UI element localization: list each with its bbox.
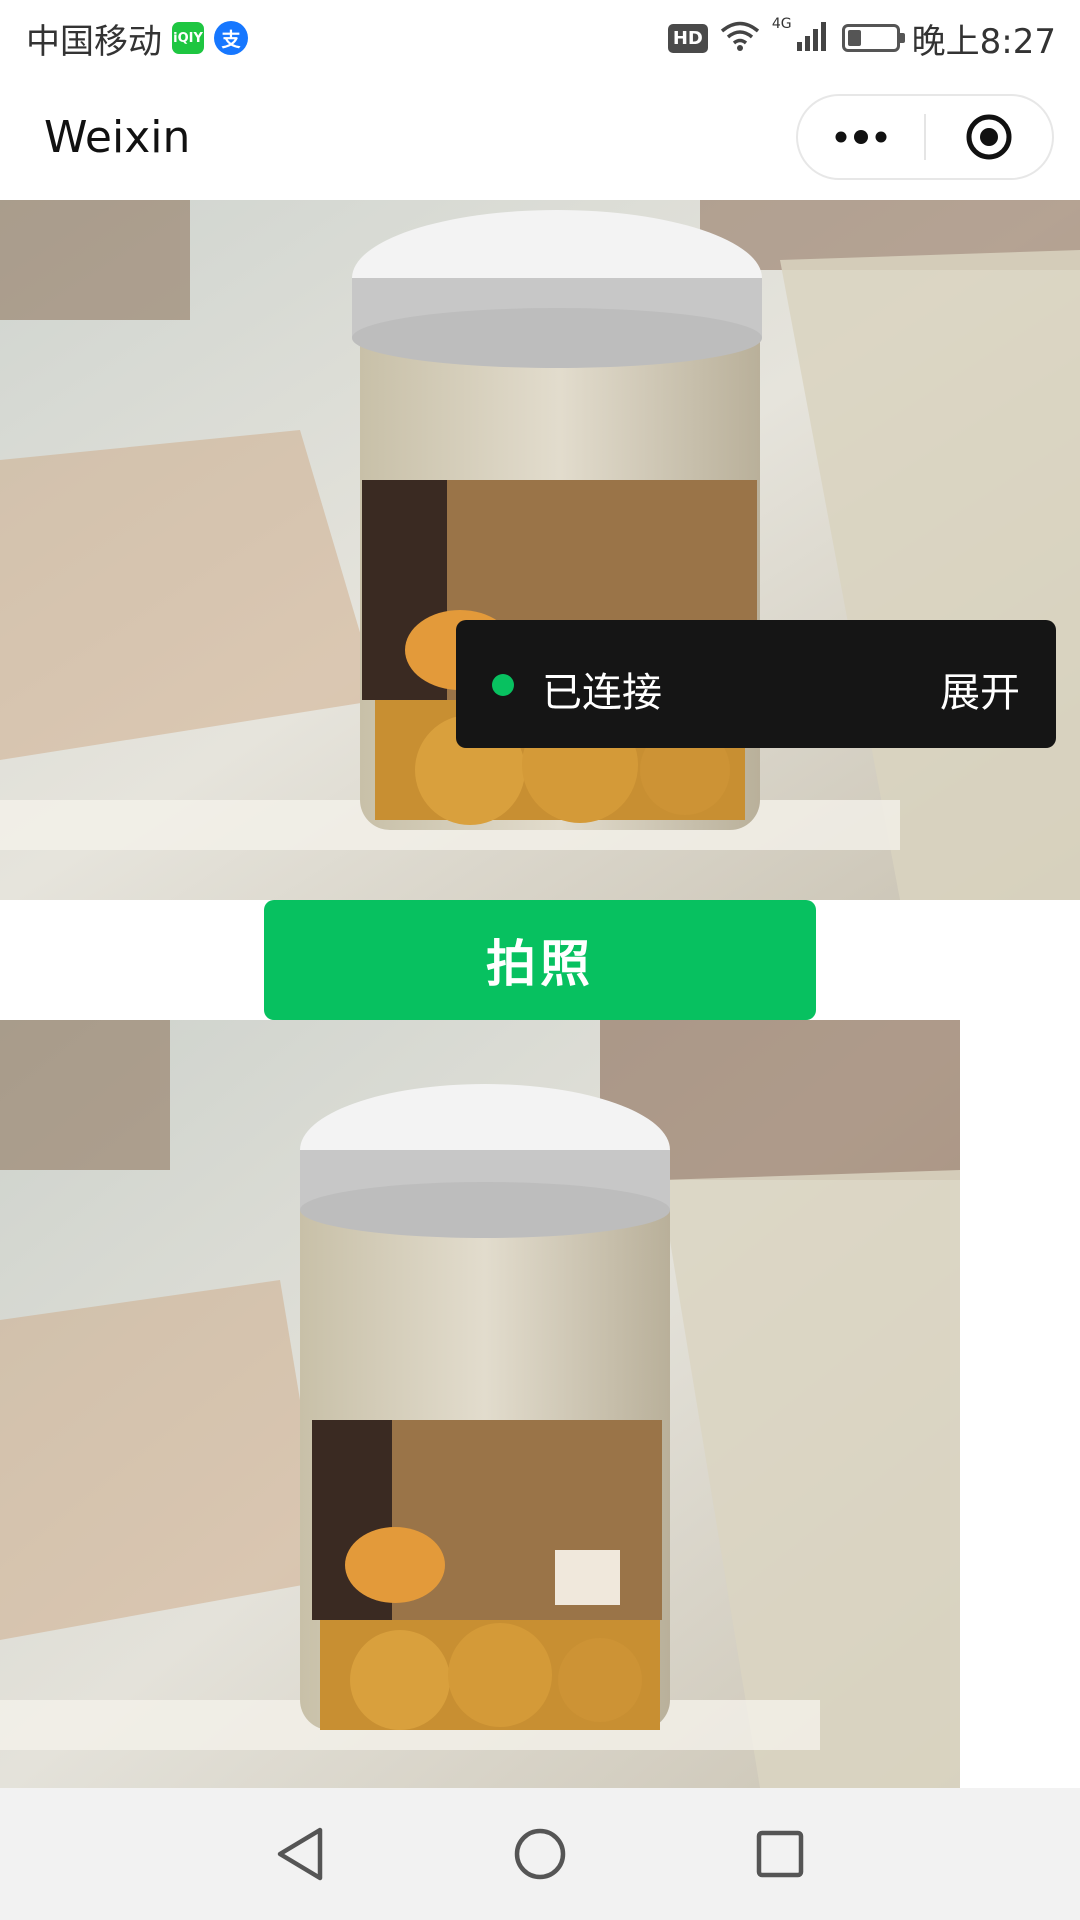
expand-link[interactable]: 展开 bbox=[940, 660, 1020, 718]
battery-level bbox=[847, 30, 862, 46]
hd-badge: HD bbox=[667, 23, 708, 53]
close-button[interactable] bbox=[926, 94, 1052, 180]
status-right: HD 4G 晚上8:27 bbox=[667, 14, 1056, 62]
back-triangle-icon bbox=[277, 1827, 323, 1881]
system-nav-bar bbox=[0, 1788, 1080, 1920]
page-title: Weixin bbox=[44, 112, 191, 163]
iqiyi-icon: iQIY bbox=[172, 22, 204, 54]
signal-icon bbox=[796, 20, 830, 56]
home-circle-icon bbox=[514, 1828, 566, 1880]
battery-icon bbox=[841, 24, 905, 52]
captured-photo bbox=[0, 1020, 960, 1788]
status-bar: 中国移动 iQIY 支 HD 4G 晚上8:27 bbox=[0, 0, 1080, 76]
more-dots-icon bbox=[835, 130, 887, 144]
mini-program-capsule bbox=[796, 94, 1054, 180]
recents-square-icon bbox=[756, 1830, 804, 1878]
camera-preview[interactable]: 已连接 展开 bbox=[0, 200, 1080, 900]
home-button[interactable] bbox=[500, 1814, 580, 1894]
connection-toast: 已连接 展开 bbox=[456, 620, 1056, 748]
recents-button[interactable] bbox=[740, 1814, 820, 1894]
nav-bar: Weixin bbox=[0, 76, 1080, 200]
captured-photo-image bbox=[0, 1020, 960, 1788]
connected-status-dot bbox=[492, 674, 514, 696]
wifi-icon bbox=[720, 20, 760, 56]
more-button[interactable] bbox=[798, 94, 924, 180]
carrier-name: 中国移动 bbox=[26, 21, 162, 62]
status-left: 中国移动 iQIY 支 bbox=[26, 14, 248, 62]
network-type-label: 4G bbox=[771, 16, 792, 32]
take-photo-button[interactable]: 拍照 bbox=[264, 900, 816, 1020]
back-button[interactable] bbox=[260, 1814, 340, 1894]
clock: 晚上8:27 bbox=[911, 21, 1056, 62]
target-circle-icon bbox=[966, 114, 1012, 160]
alipay-icon: 支 bbox=[214, 21, 248, 55]
camera-feed-image bbox=[0, 200, 1080, 900]
connection-status-text: 已连接 bbox=[542, 670, 662, 716]
